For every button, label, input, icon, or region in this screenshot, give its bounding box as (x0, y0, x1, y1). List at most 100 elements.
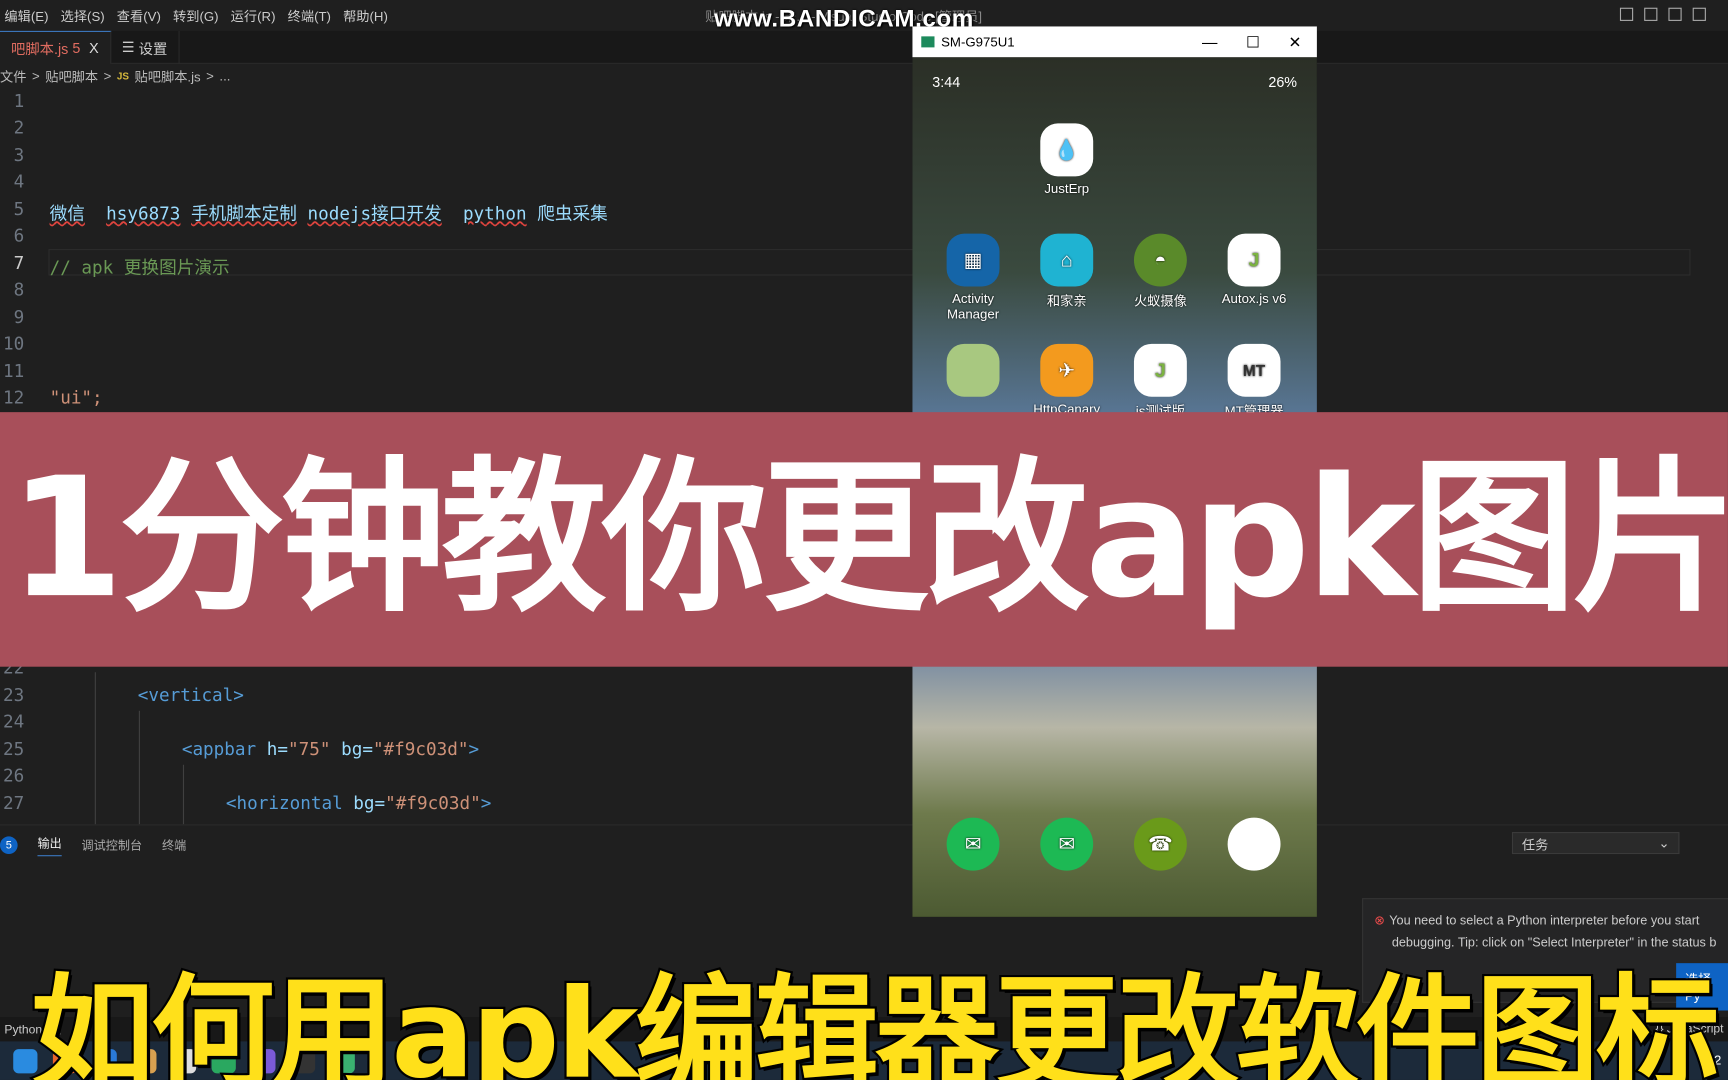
close-icon[interactable]: ✕ (1289, 33, 1302, 52)
line-number: 24 (3, 710, 25, 732)
token: "#f9c03d" (385, 792, 481, 814)
toggle-secondary-sidebar-icon[interactable] (1668, 7, 1682, 21)
scooter-icon (1227, 817, 1281, 871)
line-number: 5 (13, 198, 25, 220)
token: 爬虫采集 (537, 202, 608, 224)
editor-tabs: 吧脚本.js 5 X ☰ 设置 (0, 30, 1728, 64)
app-mt-manager[interactable]: MT MT管理器 (1210, 343, 1298, 420)
minimize-icon[interactable]: — (1202, 33, 1217, 52)
toggle-sidebar-icon[interactable] (1619, 7, 1634, 21)
menu-help[interactable]: 帮助(H) (343, 6, 388, 25)
output-channel-select[interactable]: 任务 ⌄ (1511, 832, 1680, 855)
water-drop-icon: 💧 (1040, 123, 1094, 177)
problems-badge[interactable]: 5 (0, 836, 18, 855)
line-number: 26 (3, 764, 25, 786)
app-hejiaqin[interactable]: ⌂ 和家亲 (1023, 233, 1111, 310)
mt-icon: MT (1227, 343, 1281, 397)
problem-count: 5 (72, 39, 81, 57)
tab-label: 吧脚本.js (11, 40, 69, 58)
token: h= (266, 738, 289, 760)
menu-view[interactable]: 查看(V) (117, 6, 161, 25)
layout-controls (1619, 7, 1706, 21)
line-number: 3 (13, 144, 25, 166)
wechat-icon: ✉ (1040, 817, 1094, 871)
tab-output[interactable]: 输出 (37, 834, 62, 857)
token: > (468, 738, 480, 760)
menu-edit[interactable]: 编辑(E) (4, 6, 48, 25)
menu-go[interactable]: 转到(G) (173, 6, 219, 25)
app-activity-manager[interactable]: ▦ Activity Manager (929, 233, 1017, 322)
current-line-highlight (48, 249, 1691, 276)
line-number: 1 (13, 90, 25, 112)
subtitle-caption: 如何用apk编辑器更改软件图标 (29, 961, 1722, 1080)
token: <appbar (181, 738, 257, 760)
tab-debug-console[interactable]: 调试控制台 (82, 836, 143, 854)
app-label: 和家亲 (1046, 293, 1087, 309)
menu-terminal[interactable]: 终端(T) (288, 6, 331, 25)
screen: 编辑(E) 选择(S) 查看(V) 转到(G) 运行(R) 终端(T) 帮助(H… (0, 0, 1728, 1080)
chevron-right-icon: > (31, 68, 40, 84)
token: bg= (353, 792, 386, 814)
toggle-panel-icon[interactable] (1644, 7, 1658, 21)
app-huoyi-camera[interactable]: ◓ 火蚁摄像 (1116, 233, 1204, 310)
line-number: 9 (13, 306, 25, 328)
breadcrumb-item[interactable]: 贴吧脚本 (45, 67, 98, 86)
menu-selection[interactable]: 选择(S) (61, 6, 105, 25)
app-label: JustErp (1044, 180, 1090, 197)
dock-app[interactable] (1210, 817, 1298, 875)
line-number: 8 (13, 278, 25, 300)
token: "75" (288, 738, 331, 760)
close-icon[interactable]: X (89, 40, 99, 57)
indent-guide (182, 764, 185, 825)
app-js-test[interactable]: Jjs测试版 (1116, 343, 1204, 420)
phone-time: 3:44 (932, 73, 961, 91)
app-autoxjs[interactable]: J Autox.js v6 (1210, 233, 1298, 307)
settings-list-icon: ☰ (121, 38, 139, 56)
app-label: 火蚁摄像 (1133, 293, 1187, 309)
chevron-down-icon: ⌄ (1658, 835, 1670, 851)
breadcrumb-item[interactable]: 贴吧脚本.js (135, 67, 201, 86)
menu-run[interactable]: 运行(R) (231, 6, 276, 25)
breadcrumb: 文件 > 贴吧脚本 > JS 贴吧脚本.js > ... (0, 64, 230, 88)
line-number: 4 (13, 170, 25, 192)
indent-guide (138, 710, 140, 825)
scrcpy-logo-icon (921, 36, 935, 48)
chevron-right-icon: > (103, 68, 112, 84)
token: python (462, 202, 527, 224)
dock-wechat[interactable]: ✉ (1023, 817, 1111, 875)
app-label: Autox.js v6 (1221, 290, 1287, 307)
token: 微信 (49, 202, 85, 224)
line-number: 10 (3, 332, 25, 354)
home-icon: ⌂ (1040, 233, 1094, 287)
token: > (480, 792, 492, 814)
token: "ui"; (49, 386, 103, 408)
code-line-27: <horizontal bg="#f9c03d"> (226, 792, 491, 813)
app-httpcanary[interactable]: ✈ HttpCanary (1023, 343, 1111, 417)
phone-status-bar: 3:44 26% (932, 74, 1297, 91)
dock-wechat-clone[interactable]: ✉ (929, 817, 1017, 875)
line-number: 7 (13, 252, 25, 274)
android-icon: ◓ (1133, 233, 1187, 287)
code-line-12: "ui"; (50, 387, 103, 408)
tab-terminal[interactable]: 终端 (162, 836, 186, 854)
breadcrumb-item[interactable]: 文件 (0, 67, 26, 86)
breadcrumb-item[interactable]: ... (219, 68, 230, 83)
android-js-icon: J (1133, 343, 1187, 397)
app-folder[interactable] (929, 343, 1017, 401)
maximize-icon[interactable]: ☐ (1246, 33, 1260, 52)
error-icon: ⊗ (1374, 914, 1385, 928)
line-number: 12 (3, 386, 25, 408)
tab-tieba-script[interactable]: 吧脚本.js 5 X (0, 30, 111, 64)
tab-label: 设置 (138, 40, 168, 57)
wechat-icon: ✉ (946, 817, 1000, 871)
app-justerp[interactable]: 💧 JustErp (1023, 123, 1111, 196)
notification-message: ⊗ You need to select a Python interpreter… (1374, 912, 1724, 928)
customize-layout-icon[interactable] (1692, 7, 1706, 21)
dock-phone[interactable]: ☎ (1116, 817, 1204, 875)
line-number: 25 (3, 738, 25, 760)
tab-settings[interactable]: ☰ 设置 (111, 30, 180, 64)
grid-icon: ▦ (946, 233, 1000, 287)
indent-guide (94, 672, 96, 825)
token: "#f9c03d" (372, 738, 469, 760)
android-js-icon: J (1227, 233, 1281, 287)
